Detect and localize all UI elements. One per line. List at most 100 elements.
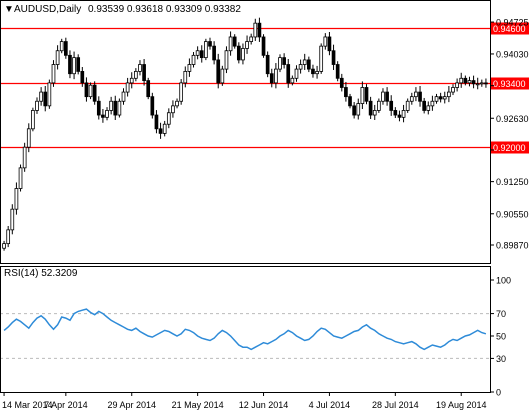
candle-body	[187, 64, 192, 72]
candle-body	[212, 45, 216, 61]
candle-body	[39, 91, 43, 102]
candle-body	[479, 82, 484, 85]
candle-body	[216, 59, 221, 84]
candle-body	[298, 64, 303, 70]
candle-body	[154, 114, 159, 130]
chart-title-triangle: ▼	[4, 4, 14, 15]
candle-body	[162, 123, 167, 134]
rsi-panel: 0 30 50 70 100	[0, 276, 511, 398]
candle-body	[80, 71, 85, 84]
candle-body	[18, 167, 23, 189]
x-tick-label: 19 Aug 2014	[436, 400, 487, 410]
candle-body	[150, 96, 155, 116]
candle-body	[236, 45, 241, 61]
x-tick-label: 28 Jul 2014	[372, 400, 419, 410]
candle-body	[125, 82, 130, 93]
candle-body	[59, 41, 64, 52]
candle-body	[385, 91, 389, 102]
candle-body	[442, 96, 447, 100]
candle-body	[302, 59, 307, 65]
candle-body	[6, 229, 11, 245]
rsi-panel-frame	[0, 266, 491, 393]
rsi-title: RSI(14) 52.3209	[4, 268, 78, 279]
candle-body	[208, 41, 212, 47]
candle-body	[138, 64, 142, 72]
candle-body	[397, 114, 402, 118]
candle-body	[171, 105, 175, 114]
candle-body	[368, 100, 373, 116]
rsi-tick-label: 0	[496, 388, 501, 398]
rsi-tick-label: 50	[496, 332, 506, 342]
candle-body	[117, 100, 122, 116]
candle-body	[51, 64, 56, 84]
x-tick-label: 21 May 2014	[172, 400, 224, 410]
candle-body	[451, 87, 455, 93]
candle-body	[195, 50, 200, 56]
chart-container: 0.94600 0.93400 0.92000 0 30 50 70 100 0.94725…	[0, 0, 529, 412]
candle-body	[76, 57, 81, 72]
price-panel-frame	[0, 0, 491, 264]
candle-body	[129, 77, 134, 84]
candle-body	[484, 82, 488, 85]
candle-body	[183, 71, 188, 84]
rsi-tick-label: 100	[496, 276, 511, 286]
candle-body	[418, 91, 422, 102]
candle-body	[381, 91, 385, 102]
candle-body	[96, 100, 101, 116]
candle-body	[224, 50, 229, 70]
candle-body	[294, 68, 299, 79]
candle-body	[249, 36, 254, 42]
candle-body	[471, 80, 476, 85]
candle-body	[179, 82, 184, 102]
candle-body	[422, 100, 427, 111]
candle-body	[92, 84, 97, 102]
candle-body	[434, 96, 439, 102]
candle-body	[344, 87, 348, 98]
candle-body	[105, 110, 109, 118]
candle-body	[331, 50, 336, 65]
candle-body	[228, 36, 233, 52]
candle-body	[286, 64, 291, 84]
candle-body	[121, 91, 126, 102]
candle-body	[311, 68, 315, 75]
candle-body	[10, 208, 15, 231]
candle-body	[72, 57, 76, 75]
candle-body	[55, 50, 60, 65]
price-tick-label: 0.92630	[496, 114, 529, 124]
price-tick-label: 0.94030	[496, 49, 529, 59]
candle-body	[199, 50, 204, 59]
price-tick-label: 0.94725	[496, 18, 529, 28]
candle-body	[26, 128, 31, 148]
candle-body	[113, 100, 118, 116]
candle-body	[319, 45, 324, 72]
candle-body	[245, 41, 249, 49]
candle-body	[463, 77, 468, 84]
chart-svg: 0.946000.934000.92000 0305070100 0.94725…	[0, 0, 529, 410]
candle-body	[47, 82, 52, 107]
candle-body	[327, 36, 332, 52]
candle-body	[253, 22, 258, 38]
candle-body	[191, 54, 196, 65]
x-tick-label: 12 Jun 2014	[239, 400, 289, 410]
candle-body	[166, 112, 171, 125]
candle-body	[109, 100, 113, 111]
candlesticks	[2, 17, 488, 251]
candle-body	[339, 77, 344, 88]
candle-body	[364, 87, 369, 102]
candle-body	[467, 80, 472, 84]
candle-body	[401, 110, 406, 118]
candle-body	[414, 91, 418, 98]
candle-body	[146, 80, 151, 98]
candle-body	[63, 41, 68, 56]
candle-body	[356, 103, 361, 116]
candle-body	[389, 100, 394, 111]
price-tick-label: 0.90550	[496, 209, 529, 219]
candle-body	[393, 110, 398, 116]
rsi-line	[3, 308, 487, 351]
candle-body	[455, 82, 459, 88]
candle-body	[31, 110, 35, 130]
candle-body	[323, 36, 328, 47]
candle-body	[335, 64, 340, 79]
candle-body	[14, 188, 19, 210]
x-tick-label: 29 Apr 2014	[107, 400, 156, 410]
